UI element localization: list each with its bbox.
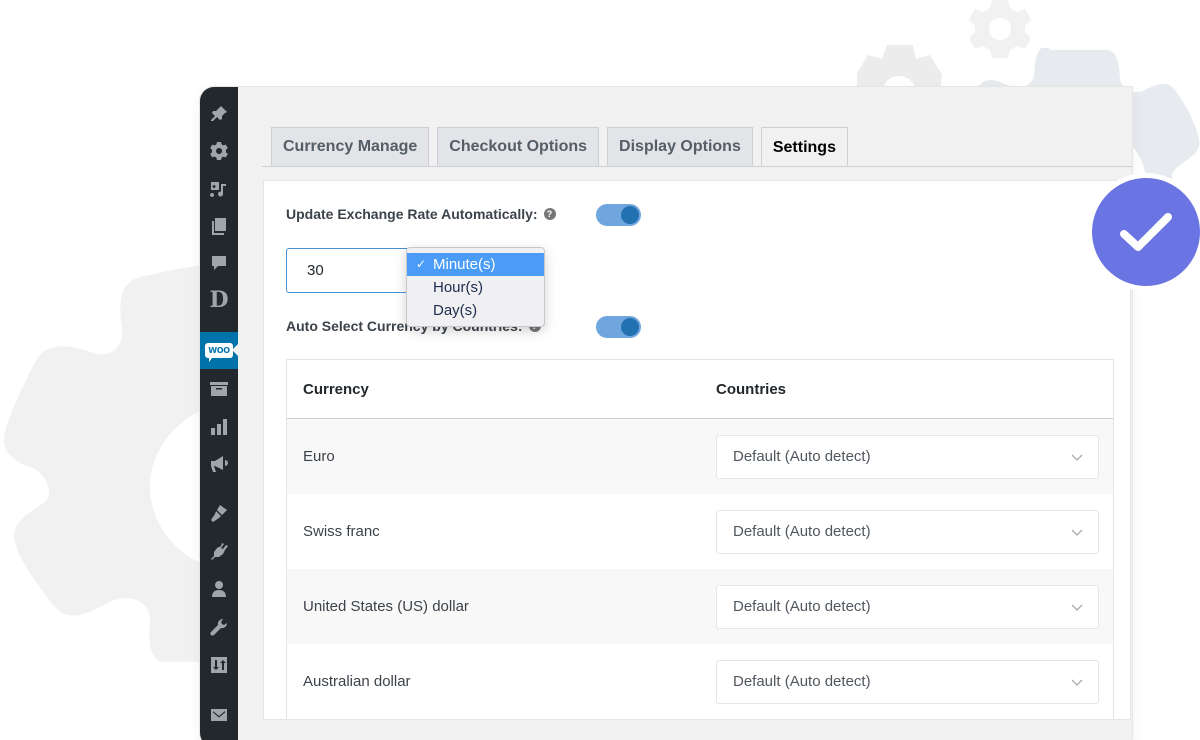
chevron-down-icon <box>1071 679 1083 686</box>
sidebar-item-divi[interactable]: D <box>200 282 238 318</box>
update-rate-toggle[interactable] <box>596 204 641 226</box>
sidebar-item-appearance[interactable] <box>200 495 238 531</box>
sidebar-item-media[interactable] <box>200 171 238 207</box>
update-rate-row: Update Exchange Rate Automatically: ? <box>286 206 556 222</box>
help-icon[interactable]: ? <box>543 208 556 220</box>
plug-icon <box>211 543 228 560</box>
toggle-knob <box>621 206 639 224</box>
header-countries: Countries <box>716 380 787 398</box>
select-value: Default (Auto detect) <box>733 673 871 690</box>
mail-icon <box>211 709 227 721</box>
sidebar-item-marketing[interactable] <box>200 446 238 482</box>
sidebar-item-adjust[interactable] <box>200 647 238 683</box>
admin-sidebar: D WOO <box>200 87 238 740</box>
tab-display-options[interactable]: Display Options <box>607 127 753 166</box>
option-label: Day(s) <box>433 302 478 319</box>
sidebar-item-analytics[interactable] <box>200 409 238 445</box>
tab-currency-manage[interactable]: Currency Manage <box>271 127 430 166</box>
woo-icon: WOO <box>205 343 233 362</box>
currency-name: Australian dollar <box>303 673 411 690</box>
option-minutes[interactable]: ✓ Minute(s) <box>407 253 544 276</box>
check-icon: ✓ <box>416 257 427 271</box>
header-currency: Currency <box>303 380 369 398</box>
interval-unit-dropdown: ✓ Minute(s) Hour(s) Day(s) <box>406 247 545 327</box>
sidebar-item-posts[interactable] <box>200 96 238 132</box>
select-value: Default (Auto detect) <box>733 598 871 615</box>
tab-settings[interactable]: Settings <box>760 127 848 167</box>
tab-checkout-options[interactable]: Checkout Options <box>437 127 600 166</box>
gear-icon <box>210 142 228 160</box>
chevron-down-icon <box>1071 529 1083 536</box>
chevron-down-icon <box>1071 454 1083 461</box>
success-badge <box>1092 178 1200 286</box>
sidebar-item-plugins[interactable] <box>200 533 238 569</box>
media-icon <box>210 182 226 197</box>
option-label: Hour(s) <box>433 279 484 296</box>
sidebar-item-users[interactable] <box>200 571 238 607</box>
checkmark-icon <box>1120 213 1172 251</box>
sliders-icon <box>211 657 227 673</box>
megaphone-icon <box>211 456 228 472</box>
select-value: Default (Auto detect) <box>733 523 871 540</box>
archive-icon <box>210 382 228 396</box>
tabs-divider <box>262 166 1132 167</box>
chevron-down-icon <box>1071 604 1083 611</box>
d-logo-icon: D <box>209 287 229 313</box>
currency-countries-table: Currency Countries Euro Default (Auto de… <box>286 359 1114 719</box>
sidebar-item-settings[interactable] <box>200 133 238 169</box>
option-hours[interactable]: Hour(s) <box>407 276 544 299</box>
table-row: Swiss franc Default (Auto detect) <box>287 494 1113 569</box>
option-days[interactable]: Day(s) <box>407 299 544 322</box>
app-window: D WOO Currency Manage Checkout Options D… <box>200 87 1132 740</box>
currency-name: Swiss franc <box>303 523 380 540</box>
update-rate-label: Update Exchange Rate Automatically: <box>286 206 538 222</box>
user-icon <box>212 581 226 597</box>
select-value: Default (Auto detect) <box>733 448 871 465</box>
sidebar-item-tools[interactable] <box>200 609 238 645</box>
pin-icon <box>211 106 227 121</box>
currency-name: United States (US) dollar <box>303 598 469 615</box>
table-row: United States (US) dollar Default (Auto … <box>287 569 1113 644</box>
table-header: Currency Countries <box>287 360 1113 419</box>
sidebar-item-comments[interactable] <box>200 245 238 281</box>
table-row: Euro Default (Auto detect) <box>287 419 1113 494</box>
currency-name: Euro <box>303 448 335 465</box>
sidebar-item-products[interactable] <box>200 371 238 407</box>
toggle-knob <box>621 318 639 336</box>
table-row: Australian dollar Default (Auto detect) <box>287 644 1113 719</box>
pages-icon <box>212 218 226 235</box>
settings-panel: Update Exchange Rate Automatically: ? Au… <box>263 180 1131 720</box>
auto-select-toggle[interactable] <box>596 316 641 338</box>
background-gear-medium-top-icon <box>857 43 945 93</box>
countries-select[interactable]: Default (Auto detect) <box>716 584 1099 629</box>
comment-icon <box>212 256 226 270</box>
sidebar-item-pages[interactable] <box>200 208 238 244</box>
bar-chart-icon <box>211 419 227 435</box>
interval-value-input[interactable] <box>286 248 426 293</box>
sidebar-item-woocommerce[interactable]: WOO <box>200 332 238 369</box>
countries-select[interactable]: Default (Auto detect) <box>716 509 1099 554</box>
tab-bar: Currency Manage Checkout Options Display… <box>271 127 848 167</box>
countries-select[interactable]: Default (Auto detect) <box>716 434 1099 479</box>
paintbrush-icon <box>211 505 227 522</box>
option-label: Minute(s) <box>433 256 496 273</box>
sidebar-item-mail[interactable] <box>200 697 238 733</box>
countries-select[interactable]: Default (Auto detect) <box>716 659 1099 704</box>
wrench-icon <box>210 618 228 636</box>
